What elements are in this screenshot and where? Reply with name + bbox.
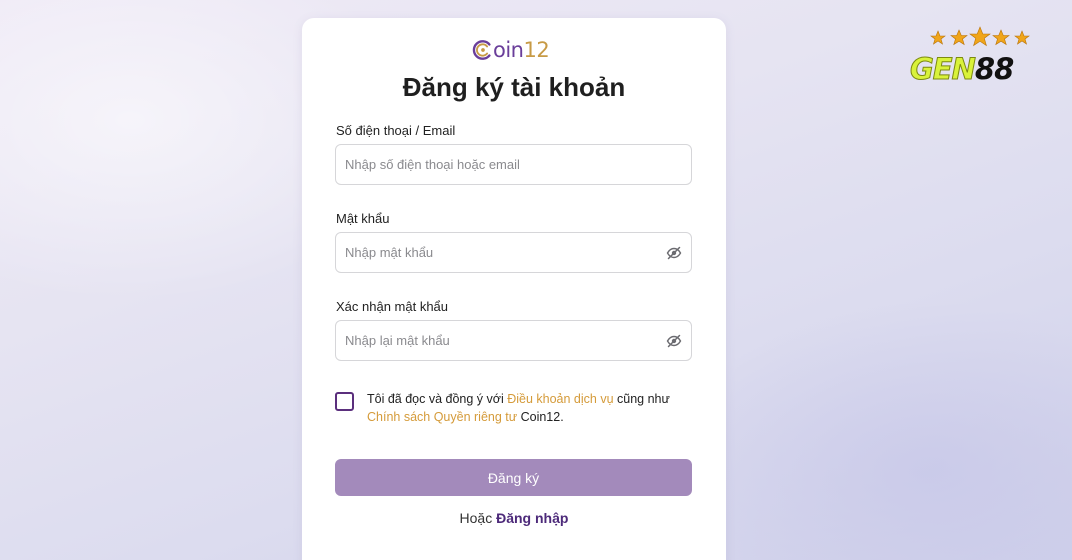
agreement-text: Tôi đã đọc và đồng ý với Điều khoản dịch… xyxy=(367,392,670,424)
confirm-password-field[interactable] xyxy=(335,320,692,361)
agreement-checkbox[interactable] xyxy=(335,392,354,411)
watermark-brand-text: GEN88 xyxy=(910,52,1015,87)
coin-c-logo-icon xyxy=(472,40,491,60)
phone-email-input[interactable] xyxy=(345,157,645,172)
watermark-logo: GEN88 xyxy=(910,26,1050,90)
phone-email-label: Số điện thoại / Email xyxy=(336,123,456,138)
password-field[interactable] xyxy=(335,232,692,273)
confirm-password-input[interactable] xyxy=(345,333,645,348)
eye-slash-icon[interactable] xyxy=(666,246,682,260)
page-title: Đăng ký tài khoản xyxy=(402,72,626,102)
phone-email-field[interactable] xyxy=(335,144,692,185)
login-prompt: Hoặc Đăng nhập xyxy=(459,510,569,526)
eye-slash-icon[interactable] xyxy=(666,334,682,348)
register-button[interactable]: Đăng ký xyxy=(335,459,692,496)
logo-text: oin12 xyxy=(493,38,550,62)
password-label: Mật khẩu xyxy=(336,211,390,226)
confirm-password-label: Xác nhận mật khẩu xyxy=(336,299,449,314)
password-input[interactable] xyxy=(345,245,645,260)
terms-link[interactable]: Điều khoản dịch vụ xyxy=(507,392,613,406)
login-link[interactable]: Đăng nhập xyxy=(496,510,568,526)
agreement-row: Tôi đã đọc và đồng ý với Điều khoản dịch… xyxy=(335,390,695,430)
coin12-logo: oin12 xyxy=(472,37,550,63)
register-card: oin12 Đăng ký tài khoản Số điện thoại / … xyxy=(302,18,726,560)
stars-icon xyxy=(928,26,1032,48)
privacy-link[interactable]: Chính sách Quyền riêng tư xyxy=(367,410,517,424)
